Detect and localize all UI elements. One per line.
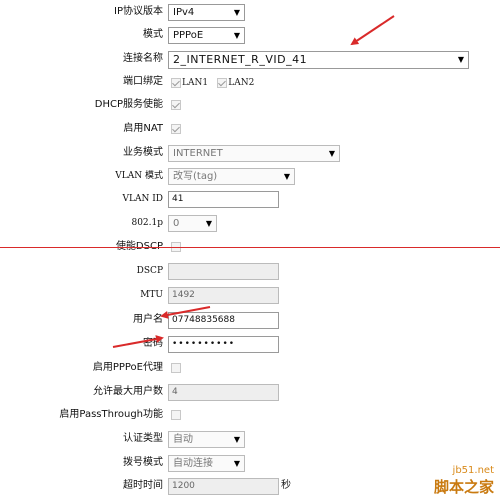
watermark-site: jb51.net <box>452 465 494 476</box>
watermark-name: 脚本之家 <box>433 478 494 496</box>
arrow-icon <box>160 306 211 319</box>
watermark: jb51.net 脚本之家 <box>434 465 494 497</box>
arrow-icon <box>350 15 395 46</box>
arrow-icon <box>112 335 164 348</box>
annotation-arrows <box>112 15 395 348</box>
